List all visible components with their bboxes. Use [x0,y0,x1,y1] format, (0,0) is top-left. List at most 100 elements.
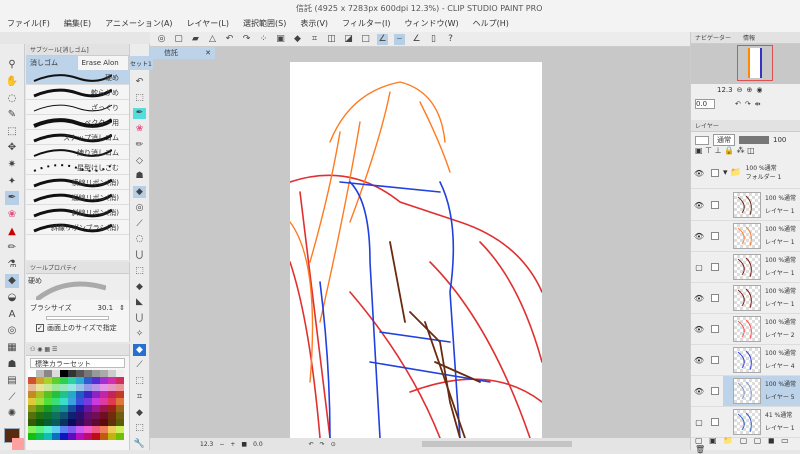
color-swatch[interactable] [36,398,44,405]
brush-item[interactable]: スナップ消しゴム [26,130,129,145]
color-tabs-icons[interactable]: ⚇ ◉ ▦ ☰ [30,346,57,353]
brush-size-value[interactable]: 30.1 [98,304,114,312]
color-swatch[interactable] [84,419,92,426]
eraser-icon[interactable]: ◇ [133,155,146,167]
transform-icon[interactable]: ⌗ [309,34,320,45]
balloon-tool-icon[interactable]: ◎ [5,324,19,338]
color-swatch[interactable] [108,419,116,426]
canvas-paper[interactable] [290,62,542,438]
color-swatch[interactable] [108,370,116,377]
color-swatch[interactable] [60,377,68,384]
layer-checkbox[interactable] [711,294,719,302]
color-swatch[interactable] [36,384,44,391]
visibility-eye-icon[interactable]: 👁 [691,294,707,303]
color-swatch[interactable] [92,377,100,384]
color-swatch[interactable] [84,405,92,412]
color-swatch[interactable] [100,405,108,412]
color-swatch[interactable] [76,426,84,433]
fit-checkbox[interactable]: ✓ [36,324,44,332]
angle-value[interactable]: 0.0 [253,441,263,448]
color-set-select[interactable]: 標準カラーセット [30,358,125,368]
brush-item[interactable]: 縦線リボン(消) [26,190,129,205]
color-swatch[interactable] [52,398,60,405]
layer-row[interactable]: 👁 100 %通常 レイヤー 1 [691,283,800,314]
menu-selection[interactable]: 選択範囲(S) [243,18,286,29]
color-swatch[interactable] [68,426,76,433]
layer-checkbox[interactable] [711,387,719,395]
color-swatch[interactable] [44,391,52,398]
stabilize-icon[interactable]: ∠ [377,33,388,45]
correct-line-icon[interactable]: ✺ [5,407,19,421]
color-swatch[interactable] [84,384,92,391]
color-swatch[interactable] [60,433,68,440]
texture-icon[interactable]: ◎ [133,202,146,214]
ruler-icon[interactable]: ⟋ [133,360,146,372]
zoom-tool-icon[interactable]: ⚲ [5,58,19,72]
blend-mode-select[interactable]: 通常 [713,134,735,146]
text-tool-icon[interactable]: A [5,307,19,321]
frame-icon[interactable]: ⬚ [133,375,146,387]
spinner-icon[interactable]: ⇕ [119,304,125,312]
redo-icon[interactable]: ↷ [241,34,252,45]
color-swatch[interactable] [68,370,76,377]
color-swatch[interactable] [108,398,116,405]
sparkle-tool-icon[interactable]: ✦ [5,174,19,188]
menu-view[interactable]: 表示(V) [300,18,328,29]
color-swatch[interactable] [92,398,100,405]
color-swatch[interactable] [28,384,36,391]
brush-item[interactable]: ベクター用 [26,115,129,130]
color-swatch[interactable] [76,419,84,426]
layer-checkbox[interactable] [711,169,719,177]
visibility-off-icon[interactable]: ▢ [691,418,707,427]
layer-tool-icons[interactable]: ▣ ⊤ ⊥ 🔒 ⁂ ◫ [695,146,755,155]
color-swatch[interactable] [76,370,84,377]
tab-info[interactable]: 情報 [743,33,755,42]
color-swatch[interactable] [60,391,68,398]
color-swatch[interactable] [76,398,84,405]
color-swatch[interactable] [84,370,92,377]
color-swatch[interactable] [28,391,36,398]
stroke-icon[interactable]: ⌣ [394,33,405,45]
color-swatch[interactable] [44,419,52,426]
tablet-icon[interactable]: ▯ [428,34,439,45]
fill-icon[interactable]: ☗ [133,171,146,183]
visibility-eye-icon[interactable]: 👁 [691,325,707,334]
color-swatch[interactable] [76,384,84,391]
brush-item[interactable]: 横線リボン(消) [26,175,129,190]
color-swatch[interactable] [84,412,92,419]
crop-icon[interactable]: ◫ [326,34,337,45]
color-swatch[interactable] [28,433,36,440]
color-swatch[interactable] [92,419,100,426]
subtool-tab-eraser[interactable]: 消しゴム [26,56,78,70]
color-swatch[interactable] [60,426,68,433]
layer-row[interactable]: 👁 100 %通常 レイヤー 4 [691,345,800,376]
color-swatch[interactable] [28,370,36,377]
color-swatch[interactable] [100,384,108,391]
color-swatch[interactable] [116,405,124,412]
layer-checkbox[interactable] [711,232,719,240]
color-swatch[interactable] [108,384,116,391]
color-swatch[interactable] [108,391,116,398]
nav-rotate-right-icon[interactable]: ↷ [745,100,751,108]
line-icon[interactable]: ⟋ [133,218,146,230]
color-swatch[interactable] [52,370,60,377]
color-swatch[interactable] [60,419,68,426]
wrench-icon[interactable]: 🔧 [133,438,146,450]
zoom-out-icon[interactable]: − [219,441,224,448]
nav-rotate-left-icon[interactable]: ↶ [735,100,741,108]
color-swatch[interactable] [92,391,100,398]
gradient-icon[interactable]: ◣ [133,297,146,309]
pen-tool-icon[interactable]: ✒ [5,191,19,205]
color-swatch[interactable] [68,405,76,412]
nav-zoom-value[interactable]: 12.3 [717,86,733,94]
color-swatch[interactable] [52,377,60,384]
color-swatch[interactable] [108,412,116,419]
brush-item[interactable]: 硬め [26,70,129,85]
color-swatch[interactable] [116,412,124,419]
layer-checkbox[interactable] [711,356,719,364]
menu-edit[interactable]: 編集(E) [64,18,91,29]
curve2-icon[interactable]: ⋃ [133,312,146,324]
layer-row[interactable]: ▢ 100 %通常 レイヤー 1 [691,252,800,283]
color-swatch[interactable] [100,426,108,433]
pencil-icon[interactable]: ✏ [133,139,146,151]
